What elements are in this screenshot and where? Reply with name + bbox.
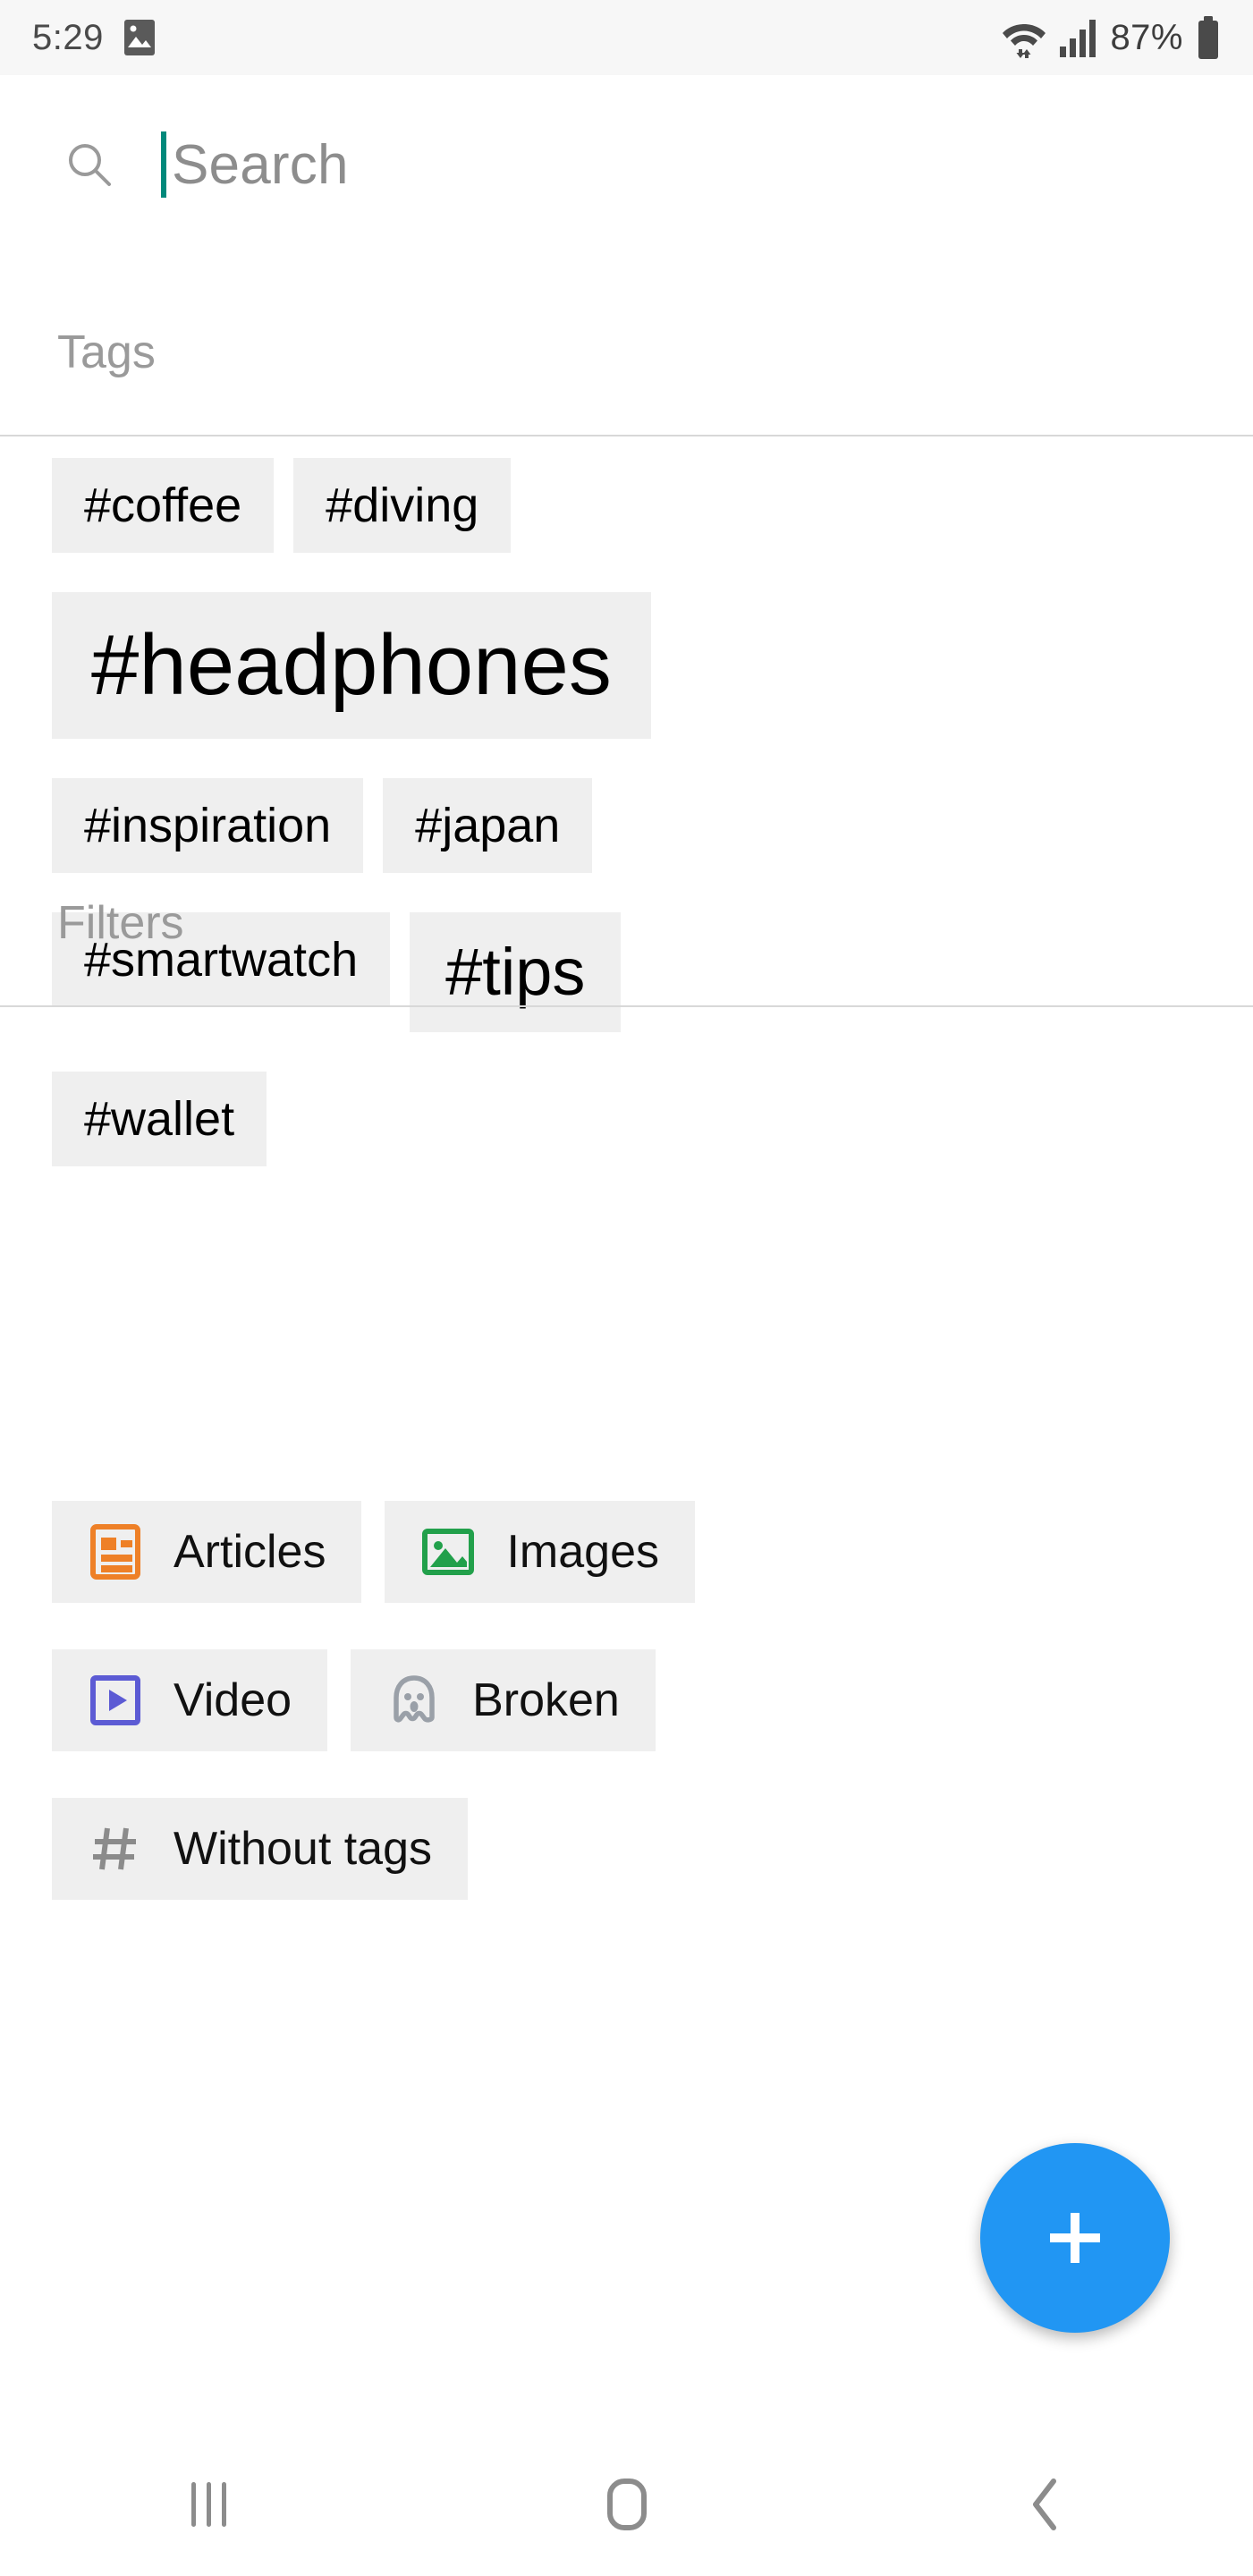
filter-chip-list: Articles Images Video Broken Without tag… [0,1501,1253,1900]
filter-chip-label: Video [174,1674,292,1726]
ghost-icon [386,1673,442,1728]
search-bar[interactable]: Search [0,75,1253,254]
recents-icon [182,2477,236,2532]
wifi-icon [1001,17,1047,58]
tag-cloud: #coffee #diving #headphones #inspiration… [0,458,1253,1166]
tags-section-divider [0,435,1253,436]
text-caret [161,131,166,198]
video-icon [88,1673,143,1728]
search-input[interactable]: Search [161,122,349,208]
tag-chip[interactable]: #coffee [52,458,275,553]
tag-chip[interactable]: #diving [293,458,512,553]
signal-icon [1060,18,1097,57]
hash-icon [88,1821,143,1877]
tag-chip[interactable]: #japan [383,778,593,873]
status-bar: 5:29 87% [0,0,1253,75]
filter-chip-broken[interactable]: Broken [351,1649,656,1751]
search-icon [66,141,113,188]
battery-icon [1196,16,1221,59]
filter-chip-images[interactable]: Images [385,1501,696,1603]
tags-section-title: Tags [57,326,156,378]
image-icon [123,19,156,56]
back-button[interactable] [835,2433,1253,2576]
status-bar-right: 87% [1001,16,1221,59]
home-icon [602,2477,652,2532]
status-bar-left: 5:29 [32,18,156,58]
tag-chip[interactable]: #wallet [52,1072,267,1166]
tag-chip[interactable]: #inspiration [52,778,364,873]
battery-percent-label: 87% [1110,17,1183,57]
android-navigation-bar [0,2433,1253,2576]
image-icon [420,1524,476,1580]
tag-chip[interactable]: #headphones [52,592,651,739]
add-fab-button[interactable] [980,2143,1170,2333]
filter-chip-video[interactable]: Video [52,1649,328,1751]
filter-chip-label: Without tags [174,1823,433,1875]
filter-chip-label: Images [506,1526,660,1578]
filter-chip-without-tags[interactable]: Without tags [52,1798,469,1900]
article-icon [88,1524,143,1580]
filter-chip-label: Broken [472,1674,620,1726]
status-bar-clock: 5:29 [32,17,104,57]
filter-chip-articles[interactable]: Articles [52,1501,362,1603]
back-icon [1023,2477,1066,2532]
filter-chip-label: Articles [174,1526,326,1578]
search-placeholder: Search [172,133,349,196]
plus-icon [1037,2200,1113,2275]
recents-button[interactable] [0,2433,418,2576]
home-button[interactable] [418,2433,835,2576]
filters-section-title: Filters [57,897,184,949]
filters-section-divider [0,1005,1253,1007]
